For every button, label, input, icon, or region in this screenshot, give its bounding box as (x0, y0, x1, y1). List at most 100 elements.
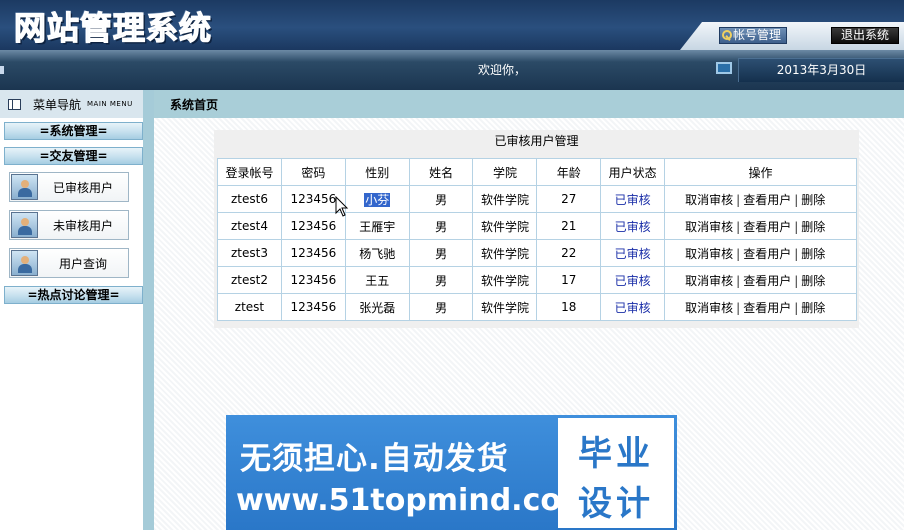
account-management-label: 帐号管理 (733, 28, 782, 42)
sidebar-item-label: 已审核用户 (52, 180, 113, 195)
cell-account: ztest2 (217, 266, 282, 294)
cell-age: 17 (536, 266, 602, 294)
cell-status: 已审核 (600, 212, 666, 240)
cell-password-text: 123456 (290, 300, 337, 314)
cell-gender: 王五 (344, 266, 410, 294)
sidebar-item-pending-users[interactable]: 未审核用户 (9, 210, 129, 240)
cell-name: 男 (408, 239, 474, 267)
delete-user-link[interactable]: 删除 (801, 247, 825, 261)
cancel-approval-link[interactable]: 取消审核 (685, 220, 733, 234)
app-logo: 网站管理系统 (13, 8, 213, 47)
table-row: ztest3 123456 杨飞驰男软件学院 22 已审核 取消审核 | 查看用户 | 删除 (217, 239, 857, 267)
column-header: 操作 (664, 158, 857, 186)
column-header: 登录帐号 (217, 158, 282, 186)
table-row: ztest2 123456 王五男软件学院 17 已审核 取消审核 | 查看用户 | 删除 (217, 266, 857, 294)
cell-gender: 杨飞驰 (344, 239, 410, 267)
sidebar-item-label: 用户查询 (58, 256, 107, 271)
cell-college-text: 软件学院 (480, 246, 529, 261)
cell-name-text: 男 (435, 192, 448, 207)
view-user-link[interactable]: 查看用户 (743, 247, 791, 261)
cancel-approval-link[interactable]: 取消审核 (685, 301, 733, 315)
cell-status: 已审核 (600, 293, 666, 321)
menu-icon (8, 98, 21, 110)
cell-college: 软件学院 (472, 293, 538, 321)
column-header: 年龄 (536, 158, 602, 186)
cell-name: 男 (408, 212, 474, 240)
cancel-approval-link[interactable]: 取消审核 (685, 193, 733, 207)
cell-status-text: 已审核 (614, 219, 651, 234)
cell-status-text: 已审核 (614, 192, 651, 207)
cell-account: ztest3 (217, 239, 282, 267)
sidebar-item-user-search[interactable]: 用户查询 (9, 248, 129, 278)
sidebar-item-label: 未审核用户 (52, 218, 113, 233)
key-icon (722, 30, 732, 41)
cell-password-text: 123456 (290, 219, 337, 233)
cell-age: 27 (536, 185, 602, 213)
mouse-cursor-icon (335, 196, 349, 217)
cell-password: 123456 (280, 266, 346, 294)
panel-title: 已审核用户管理 (494, 134, 579, 148)
view-user-link[interactable]: 查看用户 (743, 301, 791, 315)
sidebar-subtitle: MAIN MENU (87, 100, 133, 108)
sidebar-item-approved-users[interactable]: 已审核用户 (9, 172, 129, 202)
sidebar-section-hot-topics[interactable]: =热点讨论管理= (4, 286, 143, 304)
page-title: 系统首页 (170, 98, 219, 112)
cell-college-text: 软件学院 (480, 219, 529, 234)
delete-user-link[interactable]: 删除 (801, 301, 825, 315)
cell-actions: 取消审核 | 查看用户 | 删除 (664, 239, 857, 267)
account-management-button[interactable]: 帐号管理 (719, 27, 787, 44)
column-header: 性别 (344, 158, 410, 186)
cell-age-text: 27 (561, 192, 577, 206)
action-separator: | (794, 300, 799, 315)
view-user-link[interactable]: 查看用户 (743, 220, 791, 234)
user-icon (11, 174, 38, 200)
sidebar-header: 菜单导航 MAIN MENU (0, 90, 143, 118)
cell-college: 软件学院 (472, 212, 538, 240)
cell-password: 123456 (280, 239, 346, 267)
cancel-approval-link[interactable]: 取消审核 (685, 274, 733, 288)
cell-name-text: 男 (435, 300, 448, 315)
banner-slogan: 无须担心.自动发货 (240, 441, 509, 477)
logout-button[interactable]: 退出系统 (831, 27, 899, 44)
cell-account-text: ztest6 (230, 192, 268, 206)
cell-status: 已审核 (600, 239, 666, 267)
delete-user-link[interactable]: 删除 (801, 274, 825, 288)
cell-account-text: ztest (234, 300, 265, 314)
cell-gender: 王雁宇 (344, 212, 410, 240)
cell-name: 男 (408, 266, 474, 294)
cell-password-text: 123456 (290, 192, 337, 206)
action-separator: | (736, 246, 741, 261)
cell-actions: 取消审核 | 查看用户 | 删除 (664, 185, 857, 213)
table-header-row: 登录帐号 密码 性别 姓名 学院 年龄 用户状态 操作 (217, 158, 857, 186)
delete-user-link[interactable]: 删除 (801, 220, 825, 234)
cell-name-text: 男 (435, 246, 448, 261)
cell-status: 已审核 (600, 266, 666, 294)
view-user-link[interactable]: 查看用户 (743, 274, 791, 288)
cell-actions: 取消审核 | 查看用户 | 删除 (664, 266, 857, 294)
sidebar-title: 菜单导航 (33, 97, 82, 112)
cell-college: 软件学院 (472, 185, 538, 213)
action-separator: | (794, 192, 799, 207)
cell-actions: 取消审核 | 查看用户 | 删除 (664, 293, 857, 321)
cancel-approval-link[interactable]: 取消审核 (685, 247, 733, 261)
cell-age: 18 (536, 293, 602, 321)
cell-name-text: 男 (435, 273, 448, 288)
cell-status-text: 已审核 (614, 300, 651, 315)
sidebar-section-friends[interactable]: =交友管理= (4, 147, 143, 165)
cell-age-text: 21 (561, 219, 577, 233)
cell-account: ztest (217, 293, 282, 321)
view-user-link[interactable]: 查看用户 (743, 193, 791, 207)
cell-actions: 取消审核 | 查看用户 | 删除 (664, 212, 857, 240)
cell-age: 21 (536, 212, 602, 240)
cell-account-text: ztest3 (230, 246, 268, 260)
banner-stamp-bottom: 设计 (578, 484, 654, 524)
cell-status: 已审核 (600, 185, 666, 213)
ad-banner[interactable]: 无须担心.自动发货 www.51topmind.com 毕业 设计 (226, 415, 677, 530)
table-row: ztest6 123456 小芬男软件学院 27 已审核 取消审核 | 查看用户 | 删除 (217, 185, 857, 213)
sidebar-section-system[interactable]: =系统管理= (4, 122, 143, 140)
cell-account: ztest6 (217, 185, 282, 213)
delete-user-link[interactable]: 删除 (801, 193, 825, 207)
user-icon (11, 212, 38, 238)
cell-account-text: ztest4 (230, 219, 268, 233)
cell-account-text: ztest2 (230, 273, 268, 287)
